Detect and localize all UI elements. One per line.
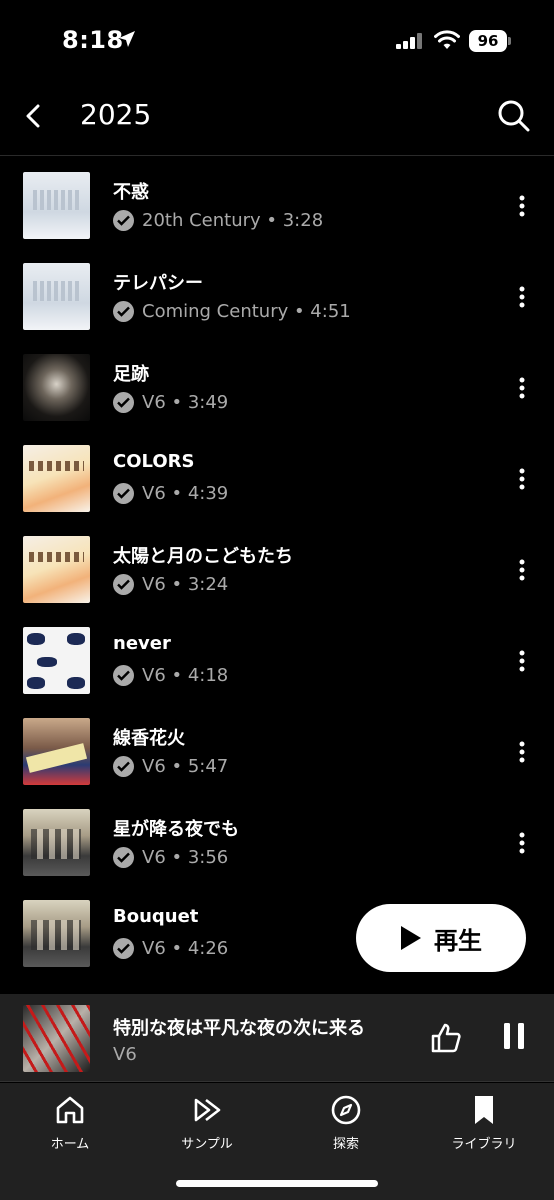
now-playing-album-art	[23, 1005, 90, 1072]
album-art	[23, 536, 90, 603]
song-title: Bouquet	[113, 906, 199, 927]
song-meta: 20th Century • 3:28	[113, 210, 323, 231]
song-row[interactable]: 線香花火 V6 • 5:47	[0, 706, 554, 797]
song-row[interactable]: COLORS V6 • 4:39	[0, 433, 554, 524]
song-details: V6 • 3:49	[142, 392, 229, 413]
more-options-icon[interactable]	[512, 740, 532, 764]
album-art	[23, 809, 90, 876]
location-arrow-icon	[119, 31, 135, 47]
song-details: V6 • 4:18	[142, 665, 229, 686]
more-options-icon[interactable]	[512, 467, 532, 491]
song-title: 星が降る夜でも	[113, 819, 239, 840]
song-list[interactable]: 不惑 20th Century • 3:28 テレパシー Coming Cent…	[0, 160, 554, 994]
song-meta: V6 • 3:56	[113, 847, 228, 868]
album-art	[23, 172, 90, 239]
song-title: 線香花火	[113, 728, 185, 749]
home-icon	[56, 1096, 84, 1124]
battery-tip	[508, 37, 511, 45]
nav-samples[interactable]: サンプル	[157, 1093, 257, 1152]
page-header: 2025	[0, 84, 554, 156]
downloaded-check-icon	[113, 210, 134, 231]
downloaded-check-icon	[113, 392, 134, 413]
song-title: 不惑	[113, 182, 149, 203]
home-indicator	[176, 1180, 378, 1187]
song-row[interactable]: 太陽と月のこどもたち V6 • 3:24	[0, 524, 554, 615]
song-meta: V6 • 5:47	[113, 756, 228, 777]
nav-home-label: ホーム	[50, 1137, 90, 1152]
song-meta: V6 • 4:18	[113, 665, 228, 686]
song-meta: Coming Century • 4:51	[113, 301, 351, 322]
song-title: テレパシー	[113, 273, 203, 294]
nav-explore-label: 探索	[332, 1137, 359, 1152]
song-details: V6 • 4:26	[142, 938, 229, 959]
more-options-icon[interactable]	[512, 558, 532, 582]
more-options-icon[interactable]	[512, 285, 532, 309]
song-details: V6 • 3:56	[142, 847, 229, 868]
song-row[interactable]: 足跡 V6 • 3:49	[0, 342, 554, 433]
battery-level: 96	[469, 30, 507, 52]
album-art	[23, 263, 90, 330]
library-icon	[475, 1096, 493, 1124]
explore-icon	[331, 1095, 361, 1125]
mini-player[interactable]: 特別な夜は平凡な夜の次に来る V6	[0, 994, 554, 1082]
album-art	[23, 354, 90, 421]
song-row[interactable]: 星が降る夜でも V6 • 3:56	[0, 797, 554, 888]
more-options-icon[interactable]	[512, 194, 532, 218]
now-playing-title: 特別な夜は平凡な夜の次に来る	[113, 1018, 365, 1039]
wifi-icon	[434, 30, 460, 49]
song-title: 足跡	[113, 364, 149, 385]
more-options-icon[interactable]	[512, 831, 532, 855]
song-details: V6 • 3:24	[142, 574, 229, 595]
play-icon	[401, 926, 421, 950]
song-meta: V6 • 4:26	[113, 938, 228, 959]
samples-icon	[194, 1098, 221, 1122]
play-all-button[interactable]: 再生	[356, 904, 526, 972]
more-options-icon[interactable]	[512, 649, 532, 673]
album-art	[23, 627, 90, 694]
thumbs-up-icon[interactable]	[430, 1022, 462, 1054]
song-meta: V6 • 3:24	[113, 574, 228, 595]
downloaded-check-icon	[113, 847, 134, 868]
downloaded-check-icon	[113, 301, 134, 322]
downloaded-check-icon	[113, 665, 134, 686]
song-title: COLORS	[113, 451, 195, 472]
album-art	[23, 900, 90, 967]
song-row[interactable]: テレパシー Coming Century • 4:51	[0, 251, 554, 342]
song-meta: V6 • 4:39	[113, 483, 228, 504]
pause-icon[interactable]	[502, 1022, 526, 1050]
nav-home[interactable]: ホーム	[20, 1093, 120, 1152]
downloaded-check-icon	[113, 756, 134, 777]
nav-samples-label: サンプル	[181, 1137, 233, 1152]
nav-library-label: ライブラリ	[451, 1137, 517, 1152]
page-title: 2025	[80, 98, 152, 131]
nav-explore[interactable]: 探索	[296, 1093, 396, 1152]
downloaded-check-icon	[113, 574, 134, 595]
back-arrow-icon[interactable]	[18, 100, 50, 132]
downloaded-check-icon	[113, 938, 134, 959]
more-options-icon[interactable]	[512, 376, 532, 400]
now-playing-artist: V6	[113, 1044, 137, 1065]
status-bar: 8:18 96	[0, 0, 554, 84]
song-details: V6 • 5:47	[142, 756, 229, 777]
play-all-label: 再生	[434, 926, 482, 955]
song-details: V6 • 4:39	[142, 483, 229, 504]
search-icon[interactable]	[496, 98, 532, 134]
cellular-signal-icon	[396, 33, 422, 49]
status-time: 8:18	[62, 26, 124, 54]
song-title: 太陽と月のこどもたち	[113, 546, 293, 567]
song-row[interactable]: never V6 • 4:18	[0, 615, 554, 706]
nav-library[interactable]: ライブラリ	[434, 1093, 534, 1152]
song-title: never	[113, 633, 171, 654]
song-details: Coming Century • 4:51	[142, 301, 351, 322]
song-meta: V6 • 3:49	[113, 392, 228, 413]
song-row[interactable]: 不惑 20th Century • 3:28	[0, 160, 554, 251]
song-details: 20th Century • 3:28	[142, 210, 324, 231]
album-art	[23, 718, 90, 785]
album-art	[23, 445, 90, 512]
downloaded-check-icon	[113, 483, 134, 504]
